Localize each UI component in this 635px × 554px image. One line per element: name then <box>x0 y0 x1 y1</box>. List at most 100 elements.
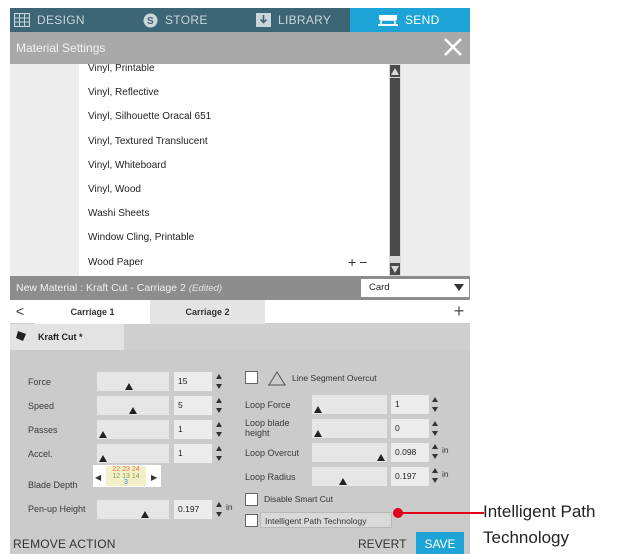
list-item[interactable]: Vinyl, Textured Translucent <box>79 130 401 154</box>
loop-force-stepper[interactable] <box>431 395 439 414</box>
loop-blade-height-label: Loop blade height <box>245 418 290 438</box>
list-item[interactable]: Washi Sheets <box>79 202 401 226</box>
passes-input[interactable]: 1 <box>174 420 212 439</box>
tab-carriage-2[interactable]: Carriage 2 <box>150 300 265 324</box>
line-segment-icon <box>268 370 286 391</box>
passes-stepper[interactable] <box>215 420 223 439</box>
force-label: Force <box>28 377 52 387</box>
tab-design[interactable]: DESIGN <box>10 8 122 32</box>
loop-overcut-stepper[interactable] <box>431 442 439 461</box>
tool-row: Kraft Cut * <box>10 324 470 350</box>
loop-blade-height-slider[interactable] <box>312 419 387 438</box>
line-segment-overcut-checkbox[interactable] <box>245 371 258 384</box>
pen-up-height-label: Pen-up Height <box>28 504 86 514</box>
slider-knob[interactable] <box>99 455 107 462</box>
loop-radius-slider[interactable] <box>312 467 387 486</box>
loop-overcut-label: Loop Overcut <box>245 448 300 458</box>
save-button[interactable]: SAVE <box>416 532 464 554</box>
loop-radius-unit: in <box>442 469 449 479</box>
tool-name: Kraft Cut * <box>38 332 83 342</box>
arrow-left-icon[interactable]: ◀ <box>95 473 101 482</box>
loop-force-input[interactable]: 1 <box>391 395 429 414</box>
cut-settings-panel: Force 15 Speed 5 Passes 1 Accel. 1 Blade… <box>10 350 470 532</box>
force-slider[interactable] <box>97 372 169 391</box>
close-icon[interactable] <box>440 34 466 60</box>
loop-blade-height-stepper[interactable] <box>431 419 439 438</box>
list-item[interactable]: Vinyl, Reflective <box>79 81 401 105</box>
blade-depth-row: 3 <box>124 479 128 486</box>
tab-library[interactable]: LIBRARY <box>237 8 350 32</box>
material-type-select[interactable]: Card <box>361 279 469 297</box>
speed-stepper[interactable] <box>215 396 223 415</box>
speed-label: Speed <box>28 401 55 411</box>
tab-send[interactable]: SEND <box>350 8 470 32</box>
list-item[interactable]: Window Cling, Printable <box>79 226 401 250</box>
passes-label: Passes <box>28 425 58 435</box>
carriage-prev-button[interactable]: < <box>12 303 28 321</box>
add-carriage-button[interactable]: + <box>451 300 467 324</box>
list-item[interactable]: Vinyl, Whiteboard <box>79 154 401 178</box>
list-item[interactable]: Vinyl, Silhouette Oracal 651 <box>79 105 401 129</box>
tab-store[interactable]: S STORE <box>122 8 237 32</box>
loop-radius-input[interactable]: 0.197 <box>391 467 429 486</box>
list-item[interactable]: Vinyl, Wood <box>79 178 401 202</box>
material-type-value: Card <box>369 282 390 293</box>
loop-force-label: Loop Force <box>245 400 291 410</box>
scroll-up-icon[interactable] <box>390 65 400 77</box>
accel-slider[interactable] <box>97 444 169 463</box>
slider-knob[interactable] <box>339 478 348 485</box>
intelligent-path-checkbox[interactable] <box>245 514 258 527</box>
callout-line <box>398 512 484 514</box>
new-material-bar: New Material : Kraft Cut - Carriage 2 (Ed… <box>10 276 470 300</box>
disable-smart-cut-checkbox[interactable] <box>245 493 258 506</box>
scroll-down-icon[interactable] <box>390 263 400 275</box>
loop-overcut-input[interactable]: 0.098 <box>391 443 429 462</box>
loop-radius-stepper[interactable] <box>431 466 439 485</box>
material-settings-header: Material Settings <box>10 32 470 64</box>
blade-depth-label: Blade Depth <box>28 480 78 490</box>
loop-force-slider[interactable] <box>312 395 387 414</box>
force-stepper[interactable] <box>215 372 223 391</box>
slider-knob[interactable] <box>124 383 133 390</box>
pen-up-height-slider[interactable] <box>97 500 169 519</box>
slider-knob[interactable] <box>129 407 137 414</box>
callout-label: Intelligent Path Technology <box>483 502 596 547</box>
arrow-right-icon[interactable]: ▶ <box>151 473 157 482</box>
pen-up-height-unit: in <box>226 502 233 512</box>
remove-action-button[interactable]: REMOVE ACTION <box>13 535 116 553</box>
speed-input[interactable]: 5 <box>174 396 212 415</box>
add-material-button[interactable]: + <box>348 254 359 270</box>
pen-up-height-stepper[interactable] <box>215 500 223 519</box>
passes-slider[interactable] <box>97 420 169 439</box>
tab-carriage-1[interactable]: Carriage 1 <box>35 300 150 324</box>
blade-depth-dial: 22 23 24 12 13 14 3 <box>106 466 146 486</box>
pen-up-height-input[interactable]: 0.197 <box>174 500 212 519</box>
line-segment-overcut-label: Line Segment Overcut <box>292 373 377 383</box>
force-input[interactable]: 15 <box>174 372 212 391</box>
material-list[interactable]: Vinyl, Printable Vinyl, Reflective Vinyl… <box>79 64 401 276</box>
accel-stepper[interactable] <box>215 444 223 463</box>
slider-knob[interactable] <box>99 431 107 438</box>
tool-tab[interactable]: Kraft Cut * <box>10 324 124 350</box>
slider-knob[interactable] <box>377 454 385 461</box>
revert-button[interactable]: REVERT <box>358 535 406 553</box>
carriage-tabs: < Carriage 1 Carriage 2 + <box>10 300 470 324</box>
speed-slider[interactable] <box>97 396 169 415</box>
list-scrollbar[interactable] <box>389 64 401 276</box>
blade-depth-selector[interactable]: ◀ 22 23 24 12 13 14 3 ▶ <box>93 465 161 487</box>
callout-dot <box>393 508 403 518</box>
remove-material-button[interactable]: − <box>359 254 370 270</box>
action-bar: REMOVE ACTION REVERT SAVE <box>10 532 470 554</box>
scrollbar-thumb[interactable] <box>390 78 400 256</box>
accel-input[interactable]: 1 <box>174 444 212 463</box>
accel-label: Accel. <box>28 449 53 459</box>
slider-knob[interactable] <box>141 511 149 518</box>
page-title: Material Settings <box>16 41 106 55</box>
tab-design-label: DESIGN <box>37 13 85 27</box>
loop-overcut-slider[interactable] <box>312 443 387 462</box>
list-item[interactable]: Vinyl, Printable <box>79 64 401 81</box>
slider-knob[interactable] <box>314 406 322 413</box>
material-list-area: Vinyl, Printable Vinyl, Reflective Vinyl… <box>10 64 470 276</box>
loop-blade-height-input[interactable]: 0 <box>391 419 429 438</box>
slider-knob[interactable] <box>314 430 322 437</box>
